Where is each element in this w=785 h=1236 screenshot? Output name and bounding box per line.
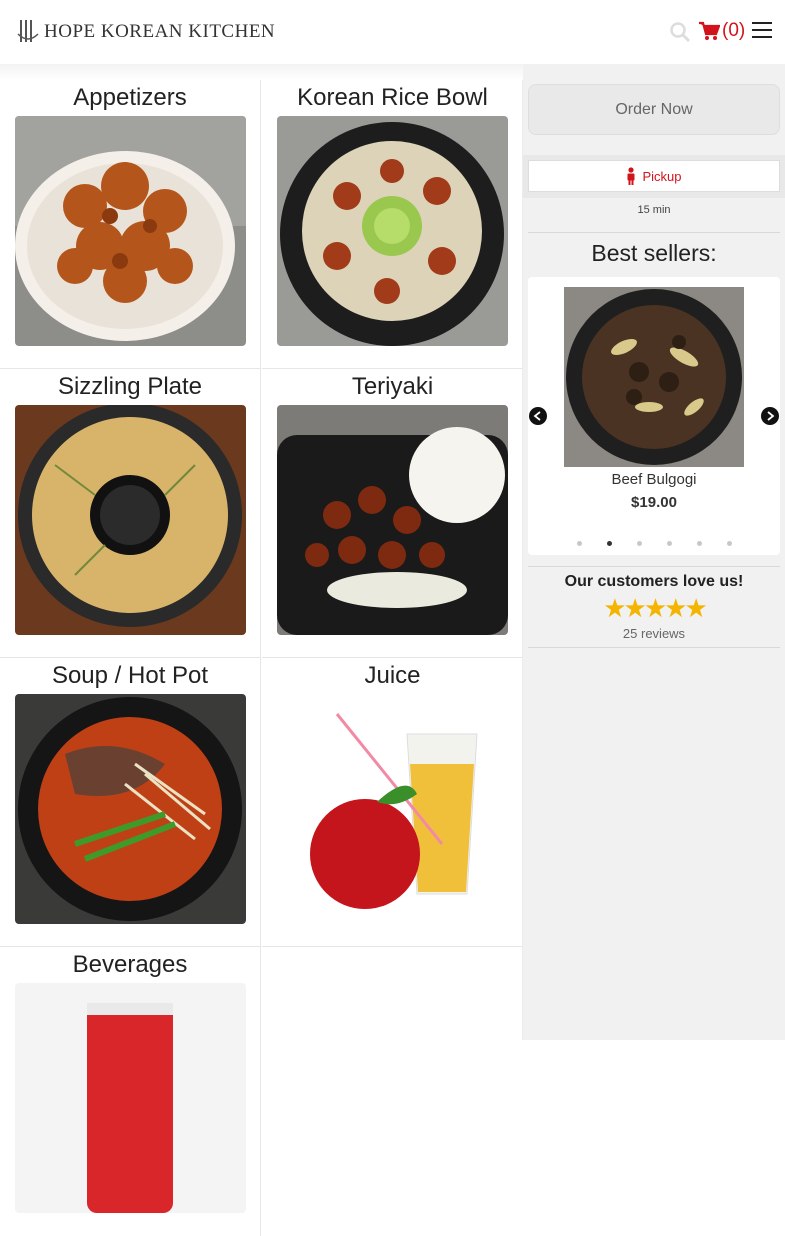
best-sellers-carousel: Beef Bulgogi $19.00: [528, 277, 780, 555]
category-image-sizzling-plate: [15, 405, 246, 635]
category-title: Teriyaki: [351, 373, 434, 400]
search-icon[interactable]: [668, 20, 692, 44]
menu-icon[interactable]: [752, 22, 774, 42]
category-image-soup: [15, 694, 246, 924]
divider: [528, 647, 780, 648]
category-image-appetizers: [15, 116, 246, 346]
category-sizzling-plate[interactable]: Sizzling Plate: [0, 369, 261, 658]
chopsticks-logo-icon: [17, 20, 39, 42]
category-title: Beverages: [72, 951, 188, 978]
category-image-teriyaki: [277, 405, 508, 635]
carousel-dot-active[interactable]: [606, 541, 612, 546]
logo-text: HOPE KOREAN KITCHEN: [44, 21, 276, 42]
carousel-dot[interactable]: [666, 541, 672, 546]
carousel-dot[interactable]: [726, 541, 732, 546]
carousel-item-price: $19.00: [631, 494, 677, 511]
carousel-item-name[interactable]: Beef Bulgogi: [528, 471, 780, 488]
cart-button[interactable]: (0): [698, 20, 745, 42]
divider: [528, 232, 780, 233]
pickup-button[interactable]: Pickup: [528, 160, 780, 192]
best-sellers-title: Best sellers:: [591, 240, 717, 266]
category-image-beverages: [15, 983, 246, 1213]
carousel-prev-button[interactable]: [529, 407, 547, 425]
category-title: Juice: [364, 662, 421, 689]
order-now-button[interactable]: Order Now: [528, 84, 780, 135]
category-appetizers[interactable]: Appetizers: [0, 80, 261, 369]
pickup-label: Pickup: [642, 168, 682, 184]
category-beverages[interactable]: Beverages: [0, 947, 261, 1236]
carousel-dot[interactable]: [696, 541, 702, 546]
carousel-dot[interactable]: [636, 541, 642, 546]
reviews-title: Our customers love us!: [564, 573, 744, 590]
category-soup-hot-pot[interactable]: Soup / Hot Pot: [0, 658, 261, 947]
cart-count: (0): [722, 20, 746, 41]
site-header: HOPE KOREAN KITCHEN (0): [0, 0, 785, 64]
carousel-dot[interactable]: [576, 541, 582, 546]
divider: [528, 566, 780, 567]
rating-stars[interactable]: ★★★★★: [528, 594, 780, 622]
pickup-time: 15 min: [637, 204, 671, 216]
category-image-juice: [277, 694, 508, 924]
category-image-rice-bowl: [277, 116, 508, 346]
category-teriyaki[interactable]: Teriyaki: [262, 369, 523, 658]
carousel-next-button[interactable]: [761, 407, 779, 425]
person-icon: [627, 167, 635, 185]
category-juice[interactable]: Juice: [262, 658, 523, 947]
panel-shadow: [0, 64, 523, 80]
category-title: Soup / Hot Pot: [51, 662, 209, 689]
cart-icon: [699, 21, 720, 40]
category-korean-rice-bowl[interactable]: Korean Rice Bowl: [262, 80, 523, 369]
category-title: Korean Rice Bowl: [297, 84, 488, 111]
category-title: Sizzling Plate: [57, 373, 203, 400]
site-logo[interactable]: HOPE KOREAN KITCHEN: [16, 18, 275, 46]
arrow-left-icon: [533, 411, 541, 421]
carousel-dots: [528, 541, 780, 546]
reviews-count[interactable]: 25 reviews: [528, 626, 780, 641]
category-title: Appetizers: [73, 84, 187, 111]
carousel-item-image[interactable]: [564, 287, 744, 467]
arrow-right-icon: [767, 411, 775, 421]
